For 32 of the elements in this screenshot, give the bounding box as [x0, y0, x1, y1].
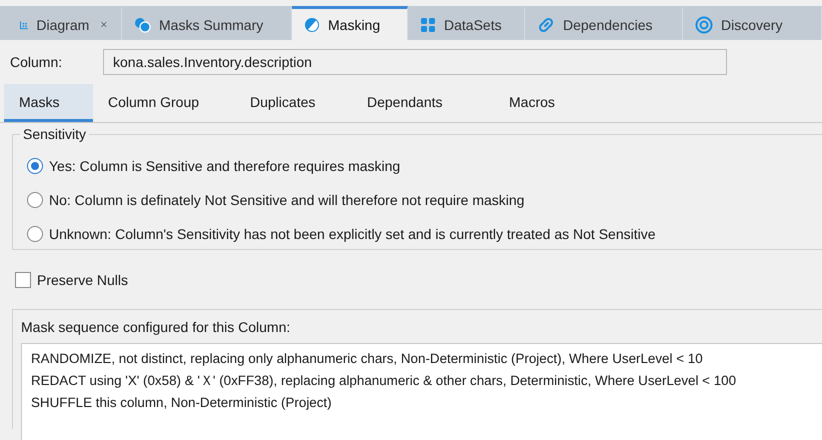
group-title: Sensitivity — [20, 126, 90, 142]
tab[interactable]: Masking — [292, 6, 408, 40]
column-label: Column: — [10, 54, 64, 70]
tab[interactable]: Diagram — [8, 6, 122, 40]
radio-button[interactable] — [27, 226, 43, 242]
tab[interactable]: Dependencies — [525, 6, 683, 40]
half-circle-icon — [304, 16, 320, 32]
tab[interactable]: Discovery — [683, 6, 822, 40]
list-item[interactable]: REDACT using 'X' (0x58) & 'Ｘ' (0xFF38), replacing alphanumeric & other chars, Deterministic, Where UserLevel < 100 — [31, 370, 736, 392]
checkbox[interactable] — [15, 272, 31, 288]
radio-label[interactable]: Unknown: Column's Sensitivity has not been explicitly set and is currently treated as Not Sensitive — [49, 226, 656, 242]
column-field[interactable]: kona.sales.Inventory.description — [103, 49, 727, 75]
circles-icon — [134, 16, 151, 32]
tab[interactable]: Masks — [4, 84, 93, 122]
list-item[interactable]: SHUFFLE this column, Non-Deterministic (Project) — [31, 392, 332, 414]
tab[interactable]: Dependants — [352, 84, 494, 122]
link-icon — [537, 16, 555, 34]
close-icon[interactable] — [101, 19, 107, 30]
tab[interactable]: DataSets — [408, 6, 525, 40]
mask-list[interactable] — [21, 343, 822, 440]
grid-icon — [420, 16, 436, 32]
list-title: Mask sequence configured for this Column: — [21, 319, 292, 335]
radio-button[interactable] — [27, 158, 43, 174]
tab[interactable]: Macros — [494, 84, 594, 122]
tab[interactable]: Column Group — [93, 84, 235, 122]
target-icon — [695, 16, 713, 34]
list-item[interactable]: RANDOMIZE, not distinct, replacing only alphanumeric chars, Non-Deterministic (Project), Where UserLevel < 10 — [31, 348, 703, 370]
tab[interactable]: Duplicates — [235, 84, 352, 122]
radio-label[interactable]: No: Column is definately Not Sensitive and will therefore not require masking — [49, 192, 524, 208]
radio-button[interactable] — [27, 192, 43, 208]
radio-label[interactable]: Yes: Column is Sensitive and therefore requires masking — [49, 158, 400, 174]
checkbox-label[interactable]: Preserve Nulls — [37, 272, 128, 288]
